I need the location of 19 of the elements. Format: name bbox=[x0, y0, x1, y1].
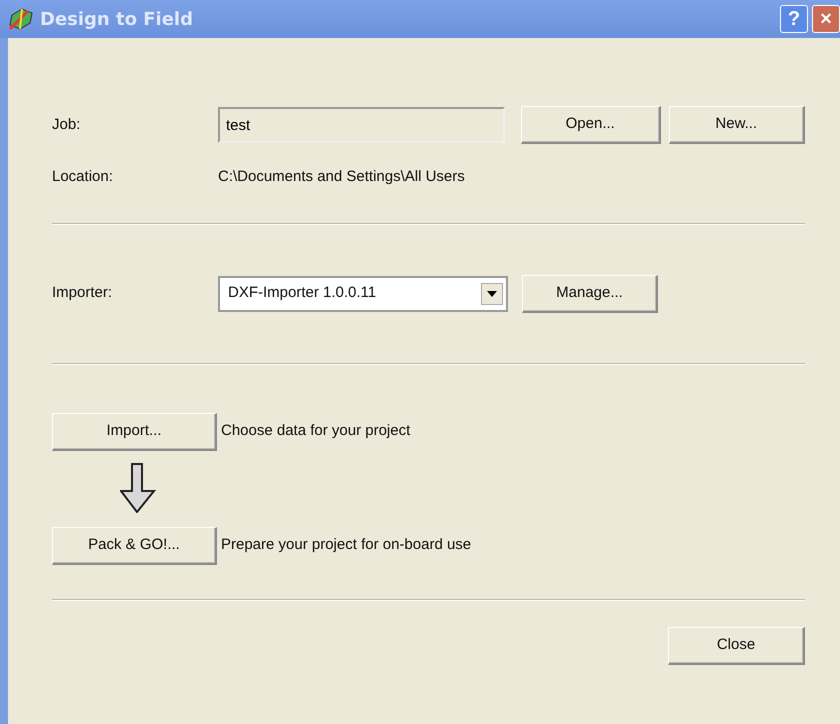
job-field[interactable]: test bbox=[218, 107, 505, 143]
close-button[interactable]: Close bbox=[668, 626, 805, 664]
new-button[interactable]: New... bbox=[668, 106, 805, 144]
importer-label: Importer: bbox=[52, 283, 114, 304]
step-button[interactable]: Import... bbox=[52, 412, 217, 450]
step-description: Choose data for your project bbox=[221, 421, 410, 442]
step-button[interactable]: Pack & GO!... bbox=[52, 526, 217, 564]
app-icon bbox=[8, 7, 34, 31]
down-arrow-icon bbox=[120, 462, 156, 512]
job-label: Job: bbox=[52, 114, 82, 135]
location-path: C:\Documents and Settings\All Users bbox=[218, 167, 465, 187]
open-button[interactable]: Open... bbox=[521, 106, 660, 144]
step-description: Prepare your project for on-board use bbox=[221, 535, 472, 556]
window-title: Design to Field bbox=[40, 8, 193, 32]
importer-dropdown[interactable]: DXF-Importer 1.0.0.11 bbox=[218, 276, 508, 312]
location-label: Location: bbox=[52, 167, 114, 187]
manage-button[interactable]: Manage... bbox=[522, 274, 658, 312]
dropdown-arrow-icon bbox=[487, 290, 497, 296]
close-button[interactable]: × bbox=[812, 5, 840, 33]
